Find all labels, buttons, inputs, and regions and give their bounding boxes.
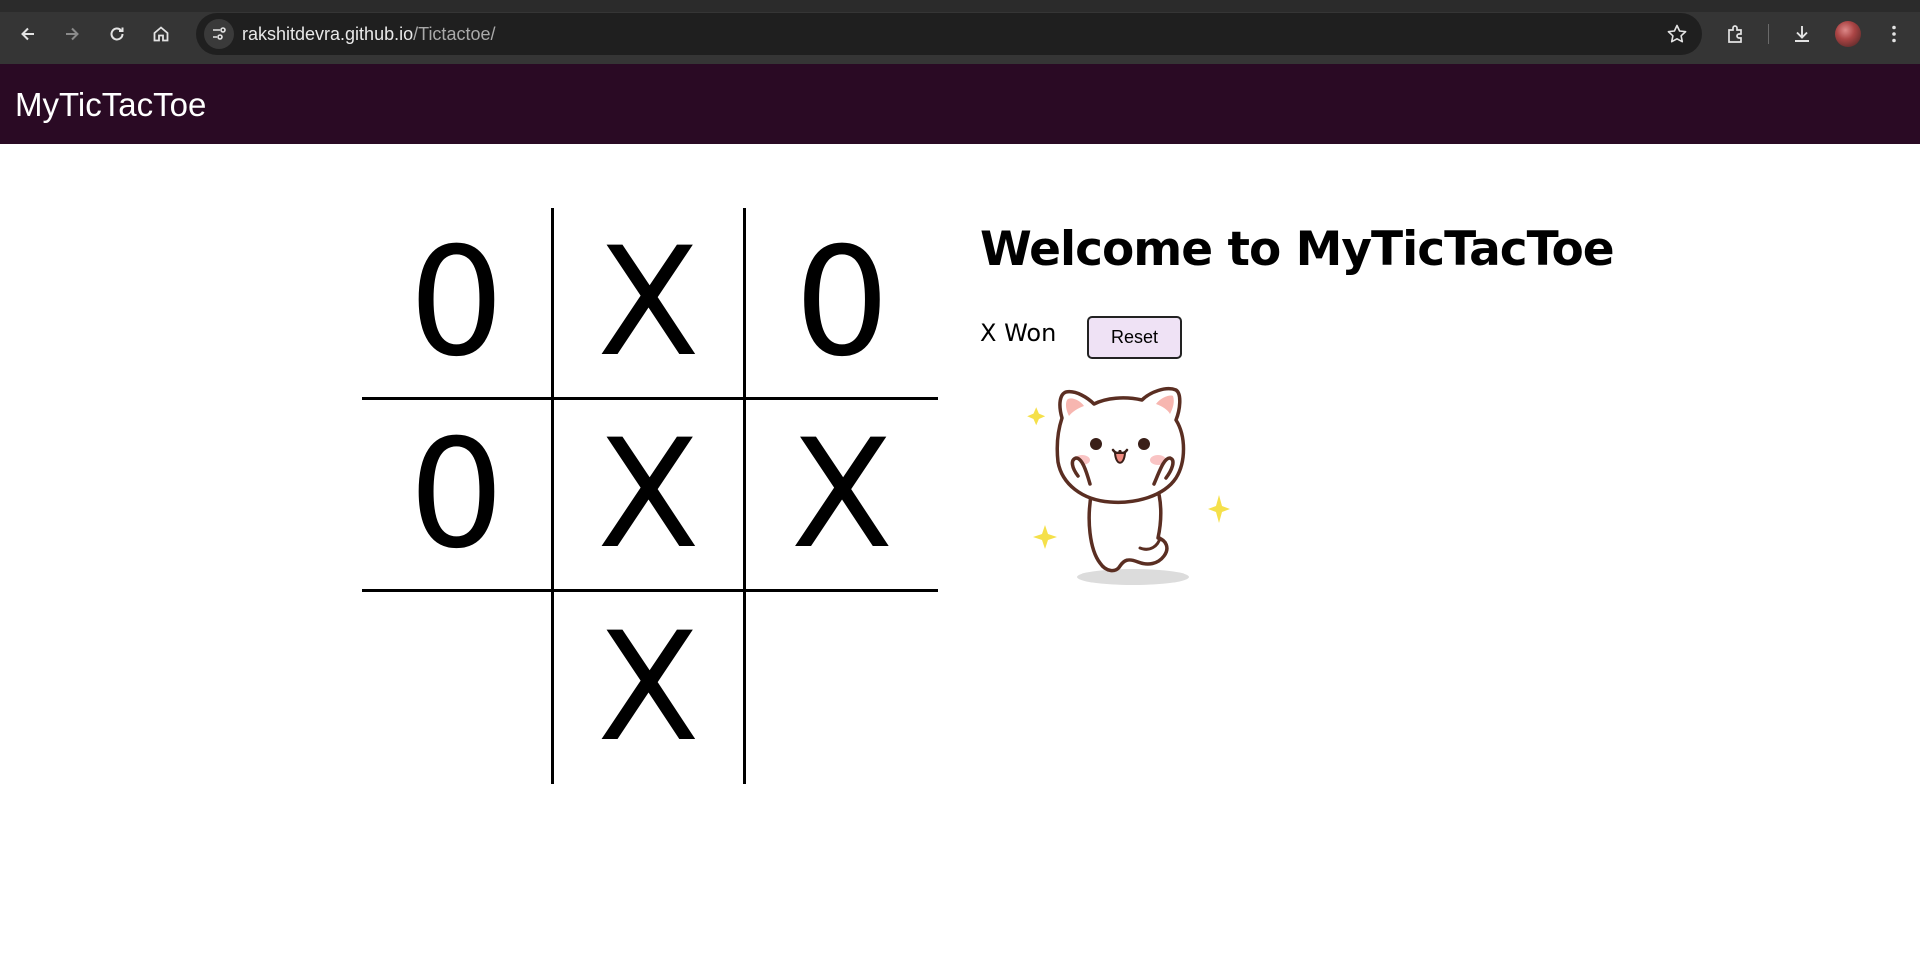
reload-button[interactable] xyxy=(101,18,133,50)
forward-icon xyxy=(66,27,79,41)
bookmark-star-icon[interactable] xyxy=(1666,23,1688,45)
url-path: /Tictactoe/ xyxy=(413,24,496,44)
downloads-button[interactable] xyxy=(1788,20,1816,48)
extensions-icon xyxy=(1728,25,1742,43)
board-cell[interactable] xyxy=(362,592,554,784)
address-bar[interactable]: rakshitdevra.github.io/Tictactoe/ xyxy=(196,13,1702,55)
home-button[interactable] xyxy=(145,18,177,50)
board-cell[interactable]: X xyxy=(554,400,746,592)
reload-icon xyxy=(110,27,124,41)
app-title[interactable]: MyTicTacToe xyxy=(15,86,206,124)
download-icon xyxy=(1795,26,1809,42)
game-board: 0 X 0 0 X X X xyxy=(362,208,938,784)
url-text[interactable]: rakshitdevra.github.io/Tictactoe/ xyxy=(242,24,495,45)
board-cell[interactable] xyxy=(746,592,938,784)
game-status: X Won xyxy=(980,319,1057,347)
back-button[interactable] xyxy=(12,18,44,50)
reset-button[interactable]: Reset xyxy=(1087,316,1182,359)
board-cell[interactable]: X xyxy=(554,592,746,784)
tab-strip xyxy=(0,0,1920,12)
profile-avatar[interactable] xyxy=(1835,21,1861,47)
menu-kebab-icon xyxy=(1892,25,1896,43)
browser-toolbar: rakshitdevra.github.io/Tictactoe/ xyxy=(0,0,1920,64)
board-cell[interactable]: 0 xyxy=(362,400,554,592)
app-navbar: MyTicTacToe xyxy=(0,64,1920,144)
toolbar-separator xyxy=(1768,24,1769,44)
celebrating-cat-image xyxy=(1027,387,1230,585)
board-cell[interactable]: X xyxy=(554,208,746,400)
board-cell[interactable]: 0 xyxy=(746,208,938,400)
forward-button[interactable] xyxy=(56,18,88,50)
site-info-button[interactable] xyxy=(204,19,234,49)
extensions-button[interactable] xyxy=(1722,20,1750,48)
home-icon xyxy=(153,26,169,42)
board-cell[interactable]: 0 xyxy=(362,208,554,400)
welcome-heading: Welcome to MyTicTacToe xyxy=(980,222,1615,277)
url-host: rakshitdevra.github.io xyxy=(242,24,414,44)
board-cell[interactable]: X xyxy=(746,400,938,592)
menu-button[interactable] xyxy=(1880,20,1908,48)
site-info-icon xyxy=(213,27,226,40)
back-icon xyxy=(21,27,34,41)
